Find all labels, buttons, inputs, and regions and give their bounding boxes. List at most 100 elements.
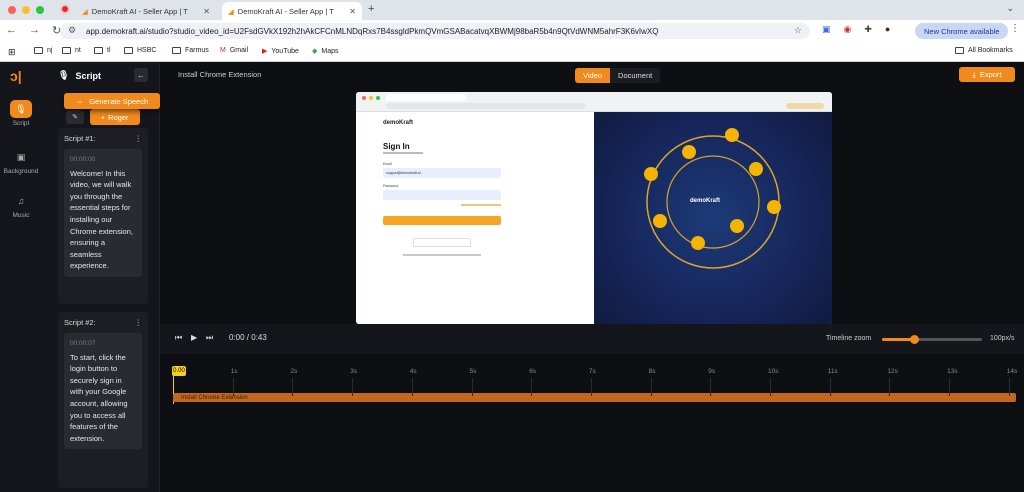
bookmark-gmail[interactable]: M Gmail — [220, 47, 248, 54]
timeline-zoom-slider[interactable] — [882, 335, 982, 344]
timeline-tick-mark — [1008, 378, 1010, 396]
new-tab-icon[interactable]: + — [368, 3, 374, 15]
editor-header: Install Chrome Extension Video Document … — [160, 62, 1024, 88]
project-title: Install Chrome Extension — [178, 70, 262, 79]
extensions-puzzle-icon[interactable]: ✚ — [864, 24, 872, 35]
magic-wand-button[interactable]: ✎ — [66, 110, 84, 124]
rail-item-script[interactable]: 🎙 Script — [0, 100, 42, 127]
maximize-window-button[interactable] — [36, 6, 44, 14]
preview-browser-chrome — [356, 92, 832, 112]
preview-signin-title: Sign In — [383, 142, 410, 151]
folder-icon — [94, 47, 103, 54]
bookmarks-bar: ⊞ nj nt tl HSBC Farmus M Gmail ▶ YouTube ◆… — [0, 42, 1024, 62]
timeline-tick-mark — [889, 378, 891, 396]
rail-item-background[interactable]: ▣ Background — [0, 148, 42, 176]
favicon-icon: ◢ — [82, 6, 88, 16]
bookmark-star-icon[interactable]: ☆ — [794, 25, 802, 36]
time-readout: 0:00 / 0:43 — [229, 333, 267, 342]
play-icon[interactable]: ▶ — [191, 333, 197, 342]
bookmark-farmus[interactable]: Farmus — [172, 47, 209, 54]
voice-icon: • — [101, 112, 105, 122]
more-options-icon[interactable]: ⋮ — [135, 134, 143, 143]
extension-icon[interactable]: ◉ — [844, 24, 852, 35]
close-window-button[interactable] — [8, 6, 16, 14]
collapse-panel-button[interactable]: ← — [134, 68, 148, 82]
tab-title: DemoKraft AI - Seller App | T — [237, 6, 334, 16]
script-panel-header: 🎙 Script — [58, 70, 101, 81]
preview-google-button — [413, 238, 471, 247]
rail-item-music[interactable]: ♫ Music — [0, 192, 42, 219]
more-options-icon[interactable]: ⋮ — [135, 318, 143, 327]
preview-brand: demoKraft — [383, 120, 414, 126]
timeline-tick-label: 4s — [409, 368, 417, 375]
skip-forward-icon[interactable]: ⏭ — [206, 333, 213, 343]
timeline-tick-label: 9s — [708, 368, 716, 375]
download-icon: ⤓ — [972, 69, 976, 79]
close-tab-icon[interactable]: ✕ — [203, 7, 210, 16]
timeline-tick-label: 12s — [887, 368, 898, 375]
profile-avatar-icon[interactable]: ● — [885, 24, 890, 35]
timeline[interactable]: 0.00 Install Chrome Extension 1s 2s 3s 4s 5s… — [160, 354, 1024, 492]
maps-icon: ◆ — [312, 48, 318, 55]
apps-grid-icon[interactable]: ⊞ — [8, 47, 16, 58]
skip-back-icon[interactable]: ⏮ — [175, 333, 182, 343]
preview-brand-graphic: demoKraft — [594, 112, 832, 324]
timeline-tick-label: 1s — [230, 368, 238, 375]
timeline-tick-mark — [650, 378, 652, 396]
folder-icon — [124, 47, 133, 54]
timeline-tick-label: 6s — [529, 368, 537, 375]
timeline-tick-mark — [352, 378, 354, 396]
browser-tab-1[interactable]: ◢ DemoKraft AI - Seller App | T ✕ — [76, 2, 216, 20]
bookmark-nt[interactable]: nt — [62, 47, 81, 54]
all-bookmarks[interactable]: All Bookmarks — [955, 47, 1013, 54]
minimize-window-button[interactable] — [22, 6, 30, 14]
forward-icon[interactable]: → — [29, 24, 40, 37]
playhead[interactable]: 0.00 — [172, 366, 186, 376]
view-toggle: Video Document — [575, 68, 661, 83]
script-text: To start, click the login button to secu… — [70, 352, 128, 443]
export-button[interactable]: ⤓ Export — [959, 67, 1015, 82]
timeline-tick-mark — [949, 378, 951, 396]
back-icon[interactable]: ← — [6, 24, 17, 37]
script-card: Script #1: ⋮ 00:00:00 Welcome! In this v… — [58, 128, 148, 304]
timeline-tick-label: 5s — [469, 368, 477, 375]
zoom-slider-handle[interactable] — [910, 335, 919, 344]
browser-tab-2[interactable]: ◢ DemoKraft AI - Seller App | T ✕ — [222, 2, 362, 20]
video-preview[interactable]: demoKraft Sign In Email support@demokraf… — [356, 92, 832, 324]
site-settings-icon[interactable]: ⚙ — [68, 25, 76, 36]
timeline-tick-label: 3s — [350, 368, 357, 375]
close-tab-icon[interactable]: ✕ — [349, 7, 356, 16]
new-chrome-button[interactable]: New Chrome available — [915, 23, 1009, 39]
tab-search-icon[interactable]: ⌄ — [1006, 3, 1014, 14]
demokraft-logo-icon[interactable]: ↄ| — [10, 68, 30, 88]
orbit-graphic — [644, 128, 781, 269]
voice-select-button[interactable]: • Roger — [90, 109, 140, 125]
timeline-tick-mark — [471, 378, 473, 396]
generate-speech-button[interactable]: ⇔ Generate Speech — [64, 93, 160, 109]
timeline-tick-mark — [292, 378, 294, 396]
folder-icon — [172, 47, 181, 54]
favicon-icon: ◢ — [228, 6, 234, 16]
timeline-tick-mark — [590, 378, 592, 396]
timeline-zoom-value: 100px/s — [990, 335, 1015, 342]
timeline-tick-label: 7s — [588, 368, 596, 375]
bookmark-nj[interactable]: nj — [34, 47, 52, 54]
menu-icon[interactable]: ⋮ — [1010, 23, 1020, 34]
timeline-tick-label: 13s — [947, 368, 958, 375]
timeline-tick-mark — [710, 378, 712, 396]
bookmark-tl[interactable]: tl — [94, 47, 111, 54]
script-text-area[interactable]: 00:00:00 Welcome! In this video, we will… — [64, 149, 142, 277]
preview-signin-button — [383, 216, 501, 225]
tab-video[interactable]: Video — [575, 68, 611, 83]
script-text-area[interactable]: 00:00:07 To start, click the login butto… — [64, 333, 142, 450]
extension-icon[interactable]: ▣ — [822, 24, 831, 35]
script-timestamp: 00:00:00 — [70, 156, 96, 163]
player-controls: ⏮ ▶ ⏭ 0:00 / 0:43 Timeline zoom 100px/s — [160, 324, 1024, 354]
bookmark-maps[interactable]: ◆ Maps — [312, 47, 339, 56]
tab-document[interactable]: Document — [610, 68, 660, 83]
tab-bar: ◢ DemoKraft AI - Seller App | T ✕ ◢ Demo… — [0, 0, 1024, 20]
bookmark-youtube[interactable]: ▶ YouTube — [262, 47, 299, 56]
timeline-tick-label: 14s — [1006, 368, 1018, 375]
address-bar[interactable]: ⚙ app.demokraft.ai/studio?studio_video_i… — [60, 23, 810, 39]
bookmark-hsbc[interactable]: HSBC — [124, 47, 156, 54]
